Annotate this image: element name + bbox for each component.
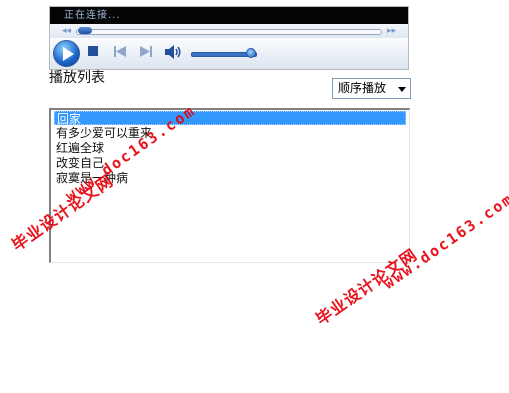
list-item[interactable]: 红遍全球 [54, 141, 406, 155]
list-item[interactable]: 有多少爱可以重来 [54, 126, 406, 140]
playlist-label: 播放列表 [49, 70, 105, 86]
play-button[interactable] [53, 40, 80, 67]
transport-controls [50, 38, 408, 69]
volume-icon[interactable] [165, 45, 182, 59]
connection-status: 正在连接... [50, 7, 408, 24]
seek-track[interactable] [76, 29, 382, 35]
rewind-icon[interactable]: ◂◂ [62, 25, 71, 37]
fast-forward-icon[interactable]: ▸▸ [387, 25, 396, 37]
seek-bar-row: ◂◂ ▸▸ [50, 24, 408, 38]
play-order-select[interactable]: 顺序播放 [332, 78, 411, 99]
next-track-button[interactable] [140, 46, 152, 57]
chevron-down-icon [398, 87, 406, 92]
stop-button[interactable] [88, 46, 98, 56]
previous-track-button[interactable] [114, 46, 126, 57]
media-player: 正在连接... ◂◂ ▸▸ [49, 6, 409, 70]
play-icon [63, 47, 74, 61]
volume-thumb[interactable] [245, 48, 256, 58]
seek-thumb[interactable] [78, 27, 92, 34]
play-order-value: 顺序播放 [338, 81, 387, 95]
list-item[interactable]: 回家 [54, 111, 406, 126]
